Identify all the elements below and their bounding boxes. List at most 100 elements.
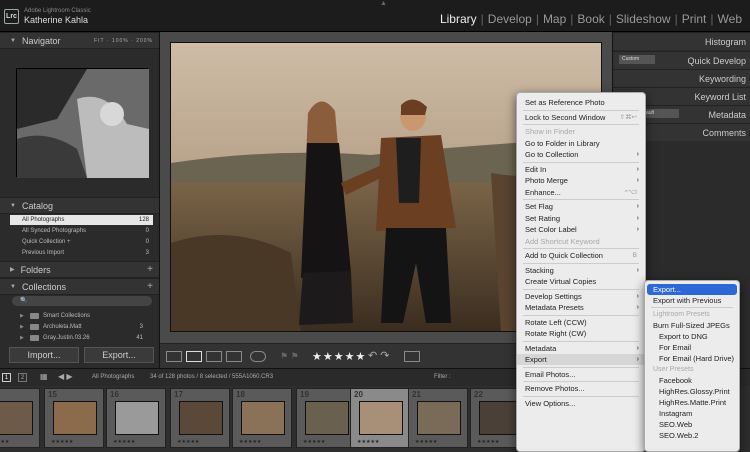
catalog-header[interactable]: ▼ Catalog bbox=[0, 197, 159, 214]
collection-item[interactable]: ▶ Smart Collections bbox=[20, 310, 143, 321]
menu-separator bbox=[523, 199, 639, 200]
quick-develop-preset-select[interactable]: Custom bbox=[619, 55, 655, 64]
menu-item-photo-merge[interactable]: Photo Merge › bbox=[517, 175, 645, 186]
collection-search-input[interactable]: 🔍 bbox=[12, 296, 152, 306]
filmstrip-cell[interactable]: 16 ★★★★★ bbox=[106, 388, 166, 448]
menu-separator bbox=[523, 248, 639, 249]
filmstrip-cell[interactable]: ★★★★★ bbox=[0, 388, 40, 448]
module-print[interactable]: Print bbox=[678, 12, 711, 26]
add-collection-icon[interactable]: + bbox=[147, 281, 153, 292]
filmstrip-source[interactable]: All Photographs bbox=[92, 374, 134, 380]
menu-item-edit-in[interactable]: Edit In › bbox=[517, 164, 645, 175]
filmstrip-cell[interactable]: 18 ★★★★★ bbox=[232, 388, 292, 448]
filmstrip-cell[interactable]: 19 ★★★★★ bbox=[296, 388, 356, 448]
loupe-view-icon[interactable] bbox=[186, 351, 202, 362]
menu-item-develop-settings[interactable]: Develop Settings › bbox=[517, 291, 645, 302]
compare-view-icon[interactable] bbox=[206, 351, 222, 362]
menu-item-lock-to-second-window[interactable]: Lock to Second Window ⇧⌘↩ bbox=[517, 112, 645, 123]
filmstrip-info[interactable]: 34 of 128 photos / 8 selected / 555A1060… bbox=[150, 374, 273, 380]
catalog-item-quick-collection[interactable]: Quick Collection +0 bbox=[10, 237, 153, 247]
survey-view-icon[interactable] bbox=[226, 351, 242, 362]
menu-item-set-rating[interactable]: Set Rating › bbox=[517, 213, 645, 224]
window-2-button[interactable]: 2 bbox=[18, 373, 27, 382]
submenu-group-user-presets: User Presets bbox=[653, 366, 694, 373]
menu-item-go-to-folder-in-library[interactable]: Go to Folder in Library bbox=[517, 138, 645, 149]
menu-separator bbox=[523, 161, 639, 163]
grid-view-icon[interactable] bbox=[166, 351, 182, 362]
collections-header[interactable]: ▼ Collections + bbox=[0, 278, 159, 295]
rotate-icon[interactable]: ↶ ↷ bbox=[368, 349, 390, 362]
menu-separator bbox=[523, 381, 639, 382]
submenu-item-export-with-previous[interactable]: Export with Previous bbox=[645, 295, 739, 306]
lightroom-logo: Lrc bbox=[4, 9, 19, 24]
people-view-icon[interactable] bbox=[250, 351, 266, 362]
menu-item-rotate-left-ccw[interactable]: Rotate Left (CCW) bbox=[517, 317, 645, 328]
navigator-header[interactable]: ▼ Navigator FIT · 100% · 200% bbox=[0, 32, 159, 49]
filmstrip-cell[interactable]: 21 ★★★★★ bbox=[408, 388, 468, 448]
submenu-item-for-email-hard-drive[interactable]: For Email (Hard Drive) bbox=[645, 353, 739, 364]
filmstrip-cell[interactable]: 15 ★★★★★ bbox=[44, 388, 104, 448]
export-button[interactable]: Export... bbox=[84, 347, 154, 363]
menu-separator bbox=[523, 262, 639, 264]
menu-item-stacking[interactable]: Stacking › bbox=[517, 265, 645, 276]
menu-item-add-to-quick-collection[interactable]: Add to Quick Collection B bbox=[517, 250, 645, 261]
module-web[interactable]: Web bbox=[714, 12, 746, 26]
metadata-preset-select[interactable]: ault bbox=[643, 109, 679, 118]
module-slideshow[interactable]: Slideshow bbox=[612, 12, 675, 26]
catalog-item-all-photographs[interactable]: All Photographs 128 bbox=[10, 215, 153, 225]
histogram-header[interactable]: Histogram bbox=[613, 32, 750, 50]
back-forward-icon[interactable]: ◀ ▶ bbox=[58, 372, 73, 381]
module-library[interactable]: Library bbox=[436, 12, 481, 26]
submenu-arrow-icon: › bbox=[636, 203, 639, 210]
crop-icon[interactable] bbox=[404, 351, 420, 362]
submenu-item-highres-matte-print[interactable]: HighRes.Matte.Print bbox=[645, 397, 739, 408]
menu-separator bbox=[523, 124, 639, 125]
collection-icon bbox=[30, 323, 39, 330]
submenu-item-instagram[interactable]: Instagram bbox=[645, 408, 739, 419]
navigator-zoom-options[interactable]: FIT · 100% · 200% bbox=[94, 38, 153, 44]
keywording-header[interactable]: Keywording bbox=[613, 69, 750, 87]
submenu-item-export[interactable]: Export... bbox=[647, 284, 737, 295]
module-develop[interactable]: Develop bbox=[484, 12, 536, 26]
menu-item-metadata-presets[interactable]: Metadata Presets › bbox=[517, 302, 645, 313]
flag-icon[interactable]: ⚑ ⚑ bbox=[280, 351, 299, 362]
catalog-item-synced[interactable]: All Synced Photographs 0 bbox=[10, 226, 153, 236]
submenu-item-highres-glossy-print[interactable]: HighRes.Glossy.Print bbox=[645, 386, 739, 397]
grid-icon[interactable]: ▦ bbox=[40, 372, 48, 381]
submenu-arrow-icon: › bbox=[636, 266, 639, 274]
menu-item-view-options[interactable]: View Options... bbox=[517, 398, 645, 409]
expand-triangle-icon: ▼ bbox=[10, 37, 16, 44]
folders-header[interactable]: ▶ Folders + bbox=[0, 261, 159, 278]
menu-item-create-virtual-copies[interactable]: Create Virtual Copies bbox=[517, 276, 645, 287]
submenu-item-facebook[interactable]: Facebook bbox=[645, 375, 739, 386]
module-book[interactable]: Book bbox=[573, 12, 608, 26]
add-folder-icon[interactable]: + bbox=[147, 264, 153, 275]
navigator-preview[interactable] bbox=[16, 68, 149, 178]
submenu-item-seo-web[interactable]: SEO.Web bbox=[645, 419, 739, 430]
submenu-item-export-to-dng[interactable]: Export to DNG bbox=[645, 331, 739, 342]
filmstrip-cell[interactable]: 20 ★★★★★ bbox=[350, 388, 410, 448]
collection-item[interactable]: ▶ Gray.Justin.03.26 41 bbox=[20, 332, 143, 343]
submenu-item-burn-full-sized-jpegs[interactable]: Burn Full-Sized JPEGs bbox=[645, 320, 739, 331]
collection-item[interactable]: ▶ Archuleta.Matt 3 bbox=[20, 321, 143, 332]
menu-item-set-as-reference-photo[interactable]: Set as Reference Photo bbox=[517, 97, 645, 108]
menu-separator bbox=[523, 109, 639, 111]
window-1-button[interactable]: 1 bbox=[2, 373, 11, 382]
menu-item-set-flag[interactable]: Set Flag › bbox=[517, 201, 645, 212]
submenu-item-seo-web-2[interactable]: SEO.Web.2 bbox=[645, 430, 739, 441]
filmstrip-cell[interactable]: 17 ★★★★★ bbox=[170, 388, 230, 448]
menu-item-set-color-label[interactable]: Set Color Label › bbox=[517, 224, 645, 235]
menu-item-metadata[interactable]: Metadata › bbox=[517, 343, 645, 354]
import-button[interactable]: Import... bbox=[9, 347, 79, 363]
module-map[interactable]: Map bbox=[539, 12, 570, 26]
menu-item-go-to-collection[interactable]: Go to Collection › bbox=[517, 149, 645, 160]
menu-item-export[interactable]: Export › bbox=[517, 354, 645, 365]
menu-item-rotate-right-cw[interactable]: Rotate Right (CW) bbox=[517, 328, 645, 339]
rating-stars[interactable]: ★★★★★ bbox=[312, 350, 366, 363]
catalog-item-previous-import[interactable]: Previous Import 3 bbox=[10, 248, 153, 258]
submenu-item-for-email[interactable]: For Email bbox=[645, 342, 739, 353]
menu-item-remove-photos[interactable]: Remove Photos... bbox=[517, 383, 645, 394]
collapse-top-arrow-icon[interactable]: ▲ bbox=[380, 0, 387, 7]
menu-item-email-photos[interactable]: Email Photos... bbox=[517, 369, 645, 380]
menu-item-enhance[interactable]: Enhance... ^⌥I bbox=[517, 187, 645, 198]
